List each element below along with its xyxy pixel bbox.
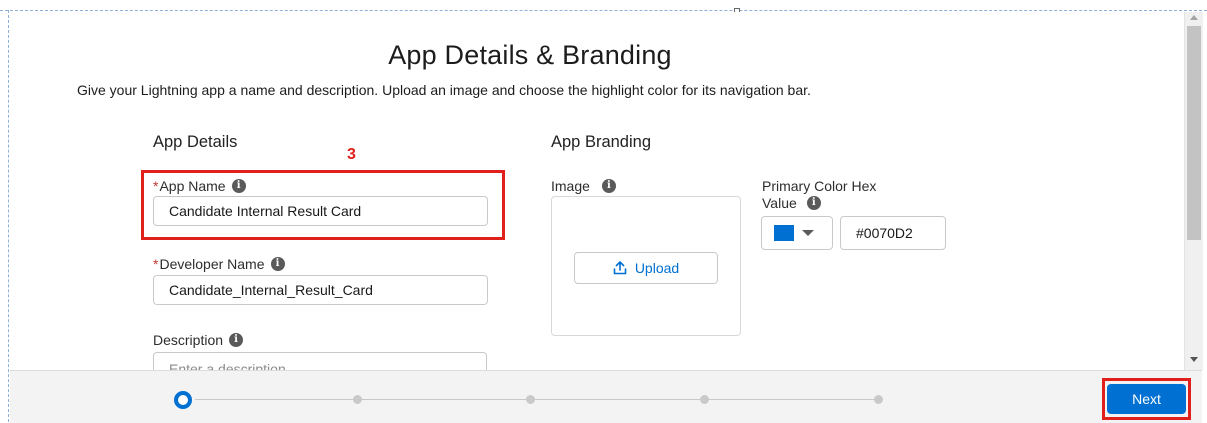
chevron-down-icon bbox=[802, 230, 814, 236]
developer-name-label-text: Developer Name bbox=[159, 256, 265, 272]
progress-step[interactable] bbox=[526, 395, 535, 404]
color-swatch bbox=[774, 225, 794, 241]
progress-step-current[interactable] bbox=[174, 391, 192, 409]
color-picker-button[interactable] bbox=[761, 216, 833, 250]
description-label-text: Description bbox=[153, 332, 224, 348]
annotation-highlight-box bbox=[1102, 378, 1191, 420]
annotation-step-number: 3 bbox=[347, 146, 356, 163]
primary-color-label: Primary Color Hex bbox=[762, 178, 876, 194]
annotation-highlight-box bbox=[141, 170, 505, 240]
scroll-up-icon[interactable] bbox=[1190, 15, 1198, 20]
progress-track bbox=[195, 399, 883, 400]
image-label-text: Image bbox=[551, 178, 590, 194]
description-textarea[interactable]: Enter a description... bbox=[153, 352, 487, 370]
selection-frame-left bbox=[8, 10, 9, 422]
upload-button-label: Upload bbox=[634, 260, 680, 276]
progress-step[interactable] bbox=[874, 395, 883, 404]
progress-step[interactable] bbox=[353, 395, 362, 404]
description-label: Description i bbox=[153, 332, 244, 348]
upload-button[interactable]: Upload bbox=[574, 252, 718, 284]
vertical-scrollbar[interactable] bbox=[1184, 12, 1203, 370]
scroll-thumb[interactable] bbox=[1187, 26, 1201, 240]
image-label: Image i bbox=[551, 178, 616, 194]
progress-step[interactable] bbox=[700, 395, 709, 404]
selection-frame-top bbox=[0, 10, 1207, 11]
app-details-heading: App Details bbox=[153, 133, 238, 151]
primary-color-label-2: Value i bbox=[762, 195, 821, 211]
primary-color-label-line2: Value bbox=[762, 195, 797, 211]
developer-name-label: *Developer Name i bbox=[153, 256, 285, 272]
upload-icon bbox=[613, 261, 627, 275]
primary-color-label-line1: Primary Color Hex bbox=[762, 178, 877, 194]
info-icon[interactable]: i bbox=[806, 196, 821, 210]
wizard-panel: App Details & Branding Give your Lightni… bbox=[10, 12, 1184, 370]
wizard-footer: Next bbox=[10, 370, 1202, 423]
app-branding-heading: App Branding bbox=[551, 133, 651, 151]
hex-color-input[interactable]: #0070D2 bbox=[840, 216, 946, 250]
page-title: App Details & Branding bbox=[388, 40, 672, 70]
info-icon[interactable]: i bbox=[229, 333, 244, 347]
info-icon[interactable]: i bbox=[601, 179, 616, 193]
scroll-down-icon[interactable] bbox=[1190, 357, 1198, 362]
page-subtitle: Give your Lightning app a name and descr… bbox=[77, 82, 811, 98]
image-dropzone[interactable]: Upload bbox=[551, 196, 741, 336]
developer-name-input[interactable]: Candidate_Internal_Result_Card bbox=[153, 275, 488, 305]
info-icon[interactable]: i bbox=[270, 257, 285, 271]
required-marker: * bbox=[153, 256, 159, 272]
